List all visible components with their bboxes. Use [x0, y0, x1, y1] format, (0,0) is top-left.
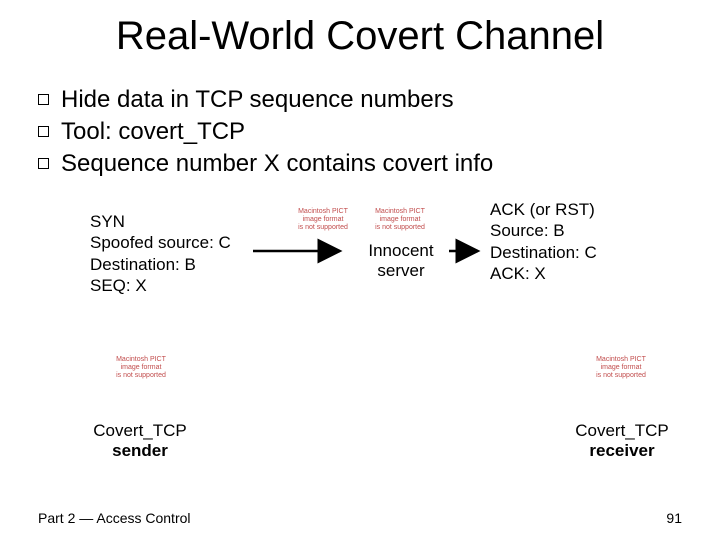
pict-line: Macintosh PICT [588, 356, 654, 364]
sender-line: Covert_TCP [75, 421, 205, 441]
syn-line: Spoofed source: C [90, 232, 231, 253]
footer-left: Part 2 — Access Control [38, 510, 191, 526]
innocent-server-label: Innocent server [356, 241, 446, 282]
pict-line: image format [108, 364, 174, 372]
pict-line: Macintosh PICT [290, 208, 356, 216]
sender-line-bold: sender [75, 441, 205, 461]
diagram-area: SYN Spoofed source: C Destination: B SEQ… [0, 181, 720, 481]
pict-line: image format [290, 216, 356, 224]
ack-packet-block: ACK (or RST) Source: B Destination: C AC… [490, 199, 597, 284]
slide-footer: Part 2 — Access Control 91 [38, 510, 682, 526]
bullet-marker-icon [38, 158, 49, 169]
bullet-text: Hide data in TCP sequence numbers [61, 85, 454, 115]
bullet-marker-icon [38, 126, 49, 137]
bullet-item: Sequence number X contains covert info [38, 149, 720, 179]
innocent-line: server [356, 261, 446, 281]
ack-line: ACK (or RST) [490, 199, 597, 220]
pict-line: Macintosh PICT [367, 208, 433, 216]
receiver-label: Covert_TCP receiver [557, 421, 687, 462]
innocent-line: Innocent [356, 241, 446, 261]
receiver-line-bold: receiver [557, 441, 687, 461]
bullet-text: Tool: covert_TCP [61, 117, 245, 147]
bullet-marker-icon [38, 94, 49, 105]
pict-placeholder-icon: Macintosh PICT image format is not suppo… [367, 208, 433, 232]
pict-placeholder-icon: Macintosh PICT image format is not suppo… [108, 356, 174, 380]
pict-line: is not supported [108, 372, 174, 380]
pict-line: is not supported [367, 224, 433, 232]
pict-line: is not supported [290, 224, 356, 232]
footer-page-number: 91 [666, 510, 682, 526]
pict-line: image format [367, 216, 433, 224]
syn-packet-block: SYN Spoofed source: C Destination: B SEQ… [90, 211, 231, 296]
syn-line: SYN [90, 211, 231, 232]
pict-line: Macintosh PICT [108, 356, 174, 364]
bullet-list: Hide data in TCP sequence numbers Tool: … [38, 85, 720, 179]
pict-line: is not supported [588, 372, 654, 380]
slide-title: Real-World Covert Channel [0, 0, 720, 59]
bullet-text: Sequence number X contains covert info [61, 149, 493, 179]
pict-placeholder-icon: Macintosh PICT image format is not suppo… [290, 208, 356, 232]
receiver-line: Covert_TCP [557, 421, 687, 441]
ack-line: Destination: C [490, 242, 597, 263]
bullet-item: Tool: covert_TCP [38, 117, 720, 147]
pict-placeholder-icon: Macintosh PICT image format is not suppo… [588, 356, 654, 380]
pict-line: image format [588, 364, 654, 372]
syn-line: SEQ: X [90, 275, 231, 296]
syn-line: Destination: B [90, 254, 231, 275]
ack-line: Source: B [490, 220, 597, 241]
sender-label: Covert_TCP sender [75, 421, 205, 462]
bullet-item: Hide data in TCP sequence numbers [38, 85, 720, 115]
ack-line: ACK: X [490, 263, 597, 284]
